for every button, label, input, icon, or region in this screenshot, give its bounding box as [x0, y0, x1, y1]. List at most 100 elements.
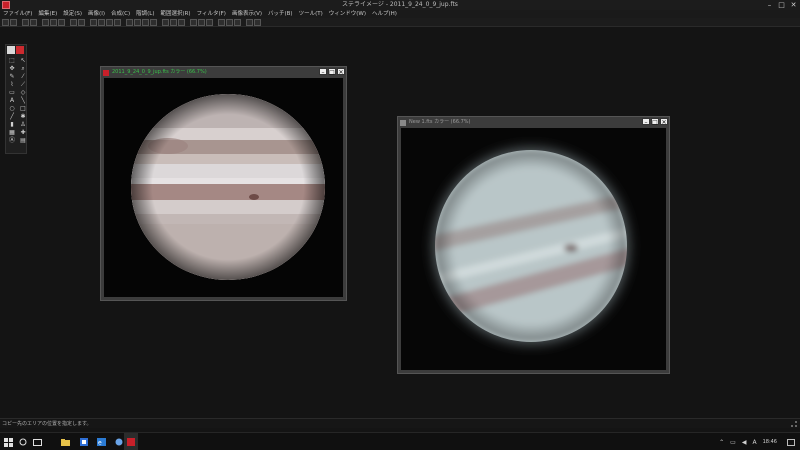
image-window-jupiter-sharp[interactable]: 2011_9_24_0_9_jup.fts カラー (66.7%) – □ ✕ [100, 66, 347, 301]
stack-icon[interactable] [206, 18, 213, 26]
crosshair-icon[interactable]: ✚ [19, 129, 27, 136]
volume-icon[interactable]: ◀ [742, 439, 747, 446]
image-canvas[interactable] [401, 128, 666, 370]
zoom-icon[interactable]: ⌕ [19, 65, 27, 72]
brush-icon[interactable]: ⌇ [8, 81, 16, 88]
flip-icon[interactable] [134, 18, 141, 26]
search-button[interactable] [16, 433, 30, 450]
color-balance-icon[interactable] [114, 18, 121, 26]
move-icon[interactable]: ✥ [8, 65, 16, 72]
close-button[interactable]: ✕ [660, 118, 668, 126]
taskbar-app-explorer[interactable] [58, 433, 72, 450]
print-icon[interactable] [30, 18, 37, 26]
sharpen-icon[interactable] [170, 18, 177, 26]
filter-icon[interactable] [162, 18, 169, 26]
dropper-icon[interactable]: ⁄ [19, 73, 27, 80]
resize-grip-icon[interactable] [791, 421, 797, 427]
image-canvas[interactable] [104, 78, 343, 297]
menu-settings[interactable]: 設定(S) [63, 10, 82, 18]
close-button[interactable]: ✕ [337, 68, 345, 76]
menu-view[interactable]: 画像表示(V) [232, 10, 262, 18]
ime-icon[interactable]: A [752, 439, 756, 446]
save-icon[interactable] [22, 18, 29, 26]
undo-icon[interactable] [70, 18, 77, 26]
new-file-icon[interactable] [2, 18, 9, 26]
window-buttons: – □ ✕ [642, 118, 668, 126]
close-button[interactable]: ✕ [789, 1, 798, 9]
arrow-icon[interactable]: ↖ [19, 57, 27, 64]
menu-batch[interactable]: バッチ(B) [268, 10, 293, 18]
network-icon[interactable]: ▭ [730, 439, 736, 446]
window-title-bar[interactable]: New 1.fts カラー (66.7%) [400, 118, 667, 127]
cut-icon[interactable] [42, 18, 49, 26]
minimize-button[interactable]: – [765, 1, 774, 9]
chevron-up-icon[interactable]: ⌃ [719, 439, 724, 446]
rectangle-tool-icon[interactable]: □ [19, 105, 27, 112]
app-icon [115, 438, 123, 446]
menu-tools[interactable]: ツール(T) [299, 10, 323, 18]
menu-selection[interactable]: 範囲選択(R) [160, 10, 190, 18]
start-button[interactable] [0, 433, 16, 450]
align-icon[interactable] [198, 18, 205, 26]
notification-icon[interactable] [787, 438, 795, 446]
foreground-color-swatch[interactable] [7, 46, 15, 54]
measure-icon[interactable]: ╱ [8, 113, 16, 120]
resize-icon[interactable] [142, 18, 149, 26]
paste-icon[interactable] [58, 18, 65, 26]
grid-icon[interactable]: ▦ [8, 129, 16, 136]
task-view-button[interactable] [30, 433, 44, 450]
minimize-button[interactable]: – [642, 118, 650, 126]
clock[interactable]: 18:46 [763, 439, 777, 445]
rotate-icon[interactable] [126, 18, 133, 26]
menu-file[interactable]: ファイル(F) [3, 10, 32, 18]
fill-icon[interactable]: ◇ [19, 89, 27, 96]
toolbar [0, 18, 800, 27]
letter-a-icon[interactable]: Ⓐ [8, 137, 16, 144]
menu-levels[interactable]: 階調(L) [136, 10, 154, 18]
curve-icon[interactable] [98, 18, 105, 26]
crop-icon[interactable] [150, 18, 157, 26]
histogram-tool-icon[interactable]: ▤ [19, 137, 27, 144]
maximize-button[interactable]: □ [777, 1, 786, 9]
image-window-jupiter-blurred[interactable]: New 1.fts カラー (66.7%) – □ ✕ [397, 116, 670, 374]
maximize-button[interactable]: □ [651, 118, 659, 126]
window-title-bar[interactable]: 2011_9_24_0_9_jup.fts カラー (66.7%) [103, 68, 344, 77]
taskbar-app-3[interactable]: e [94, 433, 108, 450]
taskbar-app-stellaimage[interactable] [124, 433, 138, 450]
stellaimage-icon [127, 437, 135, 446]
pencil-icon[interactable]: ✎ [8, 73, 16, 80]
open-file-icon[interactable] [10, 18, 17, 26]
straight-line-icon[interactable]: ╲ [19, 97, 27, 104]
redo-icon[interactable] [78, 18, 85, 26]
composite-icon[interactable] [190, 18, 197, 26]
menu-window[interactable]: ウィンドウ(W) [329, 10, 366, 18]
window-controls: – □ ✕ [765, 0, 798, 10]
minimize-button[interactable]: – [319, 68, 327, 76]
eraser-icon[interactable]: ▭ [8, 89, 16, 96]
zoom-out-icon[interactable] [226, 18, 233, 26]
folder-icon [60, 438, 70, 446]
stamp-icon[interactable]: ♙ [19, 121, 27, 128]
fit-icon[interactable] [234, 18, 241, 26]
histogram-icon[interactable] [106, 18, 113, 26]
background-color-swatch[interactable] [16, 46, 24, 54]
menu-filter[interactable]: フィルタ(F) [197, 10, 226, 18]
star-icon[interactable]: ✱ [19, 113, 27, 120]
levels-icon[interactable] [90, 18, 97, 26]
ellipse-tool-icon[interactable]: ○ [8, 105, 16, 112]
taskbar-app-2[interactable] [77, 433, 91, 450]
cascade-icon[interactable] [246, 18, 253, 26]
tile-icon[interactable] [254, 18, 261, 26]
menu-help[interactable]: ヘルプ(H) [372, 10, 397, 18]
menu-image[interactable]: 画像(I) [88, 10, 105, 18]
copy-icon[interactable] [50, 18, 57, 26]
select-rect-icon[interactable]: ⬚ [8, 57, 16, 64]
maximize-button[interactable]: □ [328, 68, 336, 76]
gradient-icon[interactable]: ▮ [8, 121, 16, 128]
line-tool-icon[interactable]: ⟋ [19, 81, 27, 88]
menu-edit[interactable]: 編集(E) [38, 10, 57, 18]
blur-icon[interactable] [178, 18, 185, 26]
menu-composite[interactable]: 合成(C) [111, 10, 130, 18]
zoom-in-icon[interactable] [218, 18, 225, 26]
text-tool-icon[interactable]: A [8, 97, 16, 104]
